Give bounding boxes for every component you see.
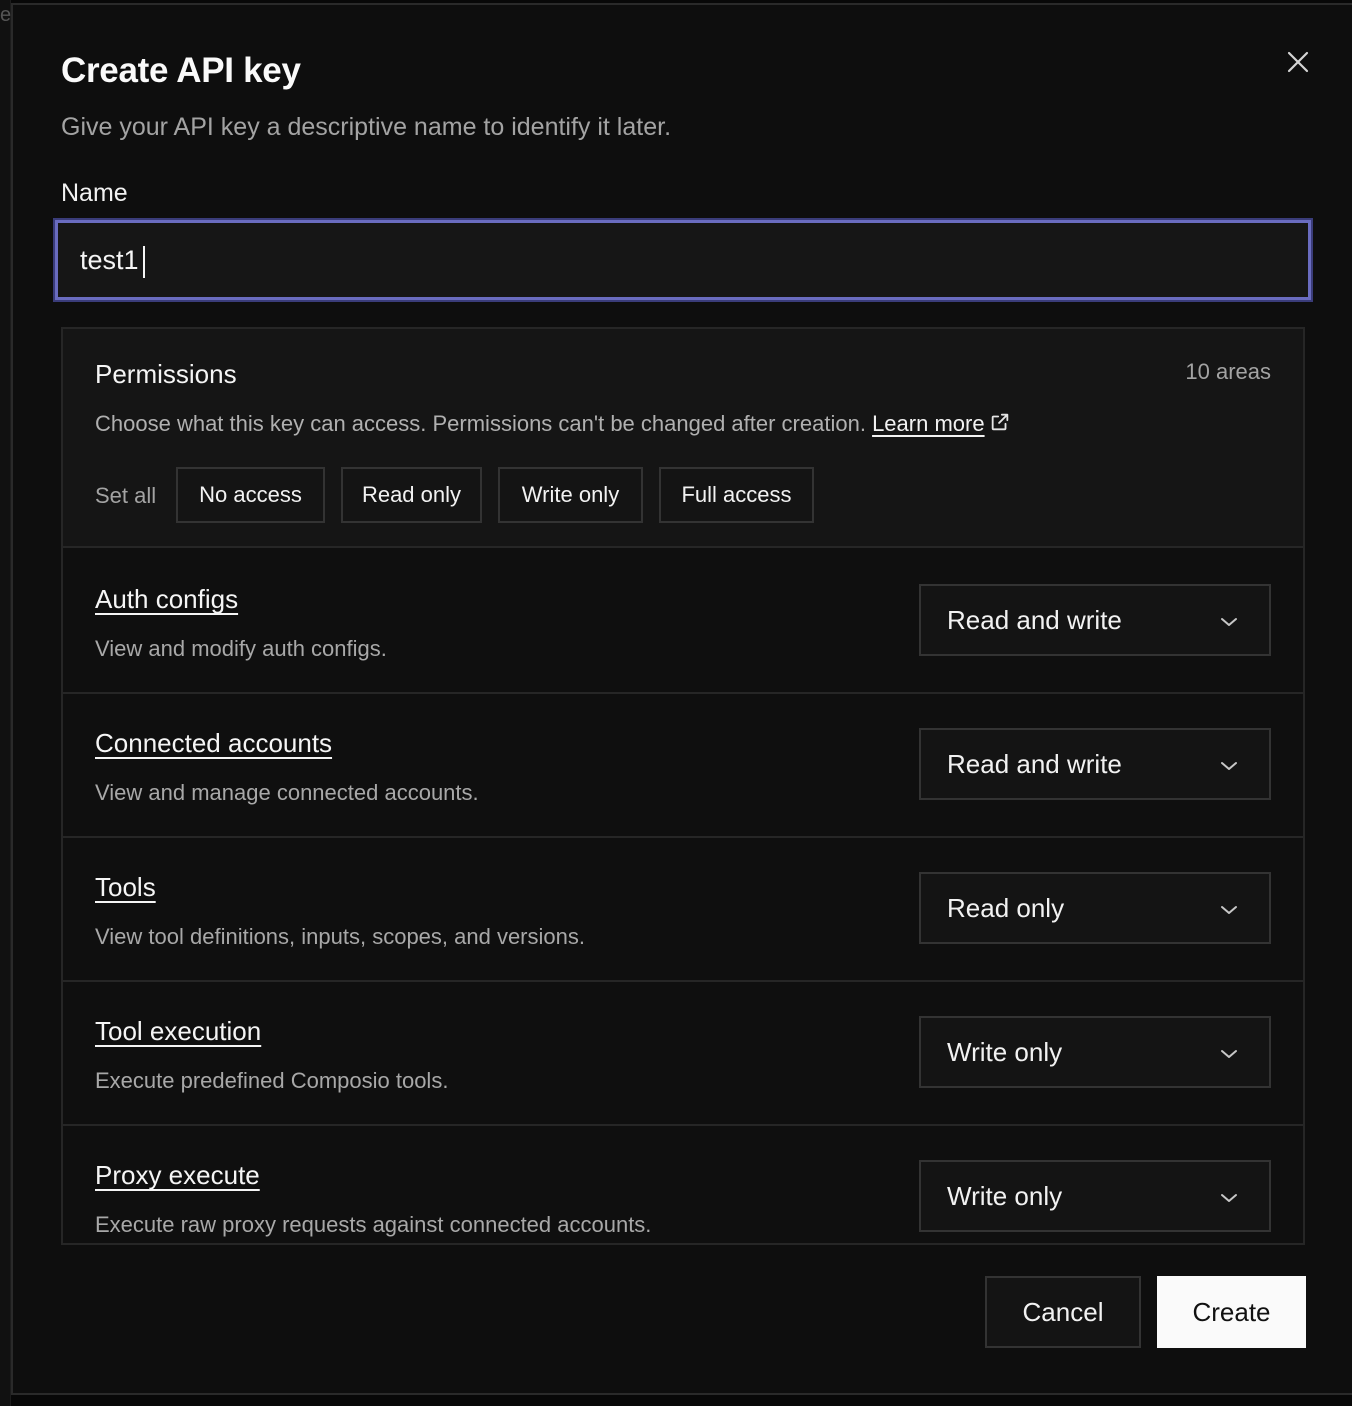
permission-title[interactable]: Proxy execute	[95, 1160, 260, 1191]
permissions-description-text: Choose what this key can access. Permiss…	[95, 411, 866, 436]
chevron-down-icon	[1221, 906, 1237, 914]
permission-row-tool-execution: Tool execution Execute predefined Compos…	[63, 982, 1303, 1126]
permission-row-connected-accounts: Connected accounts View and manage conne…	[63, 694, 1303, 838]
name-input[interactable]	[55, 220, 1311, 300]
set-all-label: Set all	[95, 483, 157, 508]
dialog-title: Create API key	[61, 51, 301, 90]
permission-level-value: Write only	[947, 1180, 1063, 1211]
chevron-down-icon	[1221, 762, 1237, 770]
learn-more-link[interactable]: Learn more	[872, 411, 1011, 436]
permission-description: View and modify auth configs.	[95, 636, 387, 661]
permissions-panel: Permissions 10 areas Choose what this ke…	[61, 327, 1305, 1245]
permission-title[interactable]: Connected accounts	[95, 728, 332, 759]
learn-more-label: Learn more	[872, 411, 985, 436]
chevron-down-icon	[1221, 618, 1237, 626]
set-all-no-access-button[interactable]: No access	[176, 467, 325, 523]
permission-level-select[interactable]: Read only	[919, 872, 1271, 944]
permission-description: View tool definitions, inputs, scopes, a…	[95, 924, 585, 949]
permission-row-tools: Tools View tool definitions, inputs, sco…	[63, 838, 1303, 982]
background-page-edge: e	[0, 0, 11, 1406]
chevron-down-icon	[1221, 1194, 1237, 1202]
permission-row-proxy-execute: Proxy execute Execute raw proxy requests…	[63, 1126, 1303, 1243]
create-api-key-dialog: Create API key Give your API key a descr…	[11, 3, 1352, 1395]
set-all-write-only-button[interactable]: Write only	[498, 467, 643, 523]
permission-level-value: Write only	[947, 1036, 1063, 1067]
permission-title[interactable]: Auth configs	[95, 584, 238, 615]
permissions-description: Choose what this key can access. Permiss…	[95, 411, 1011, 437]
permission-title[interactable]: Tool execution	[95, 1016, 261, 1047]
permission-description: Execute predefined Composio tools.	[95, 1068, 449, 1093]
text-caret	[143, 246, 145, 278]
permission-description: Execute raw proxy requests against conne…	[95, 1212, 652, 1237]
cancel-button[interactable]: Cancel	[985, 1276, 1141, 1348]
permission-level-select[interactable]: Write only	[919, 1016, 1271, 1088]
background-glyph: e	[0, 4, 12, 26]
chevron-down-icon	[1221, 1050, 1237, 1058]
permission-title[interactable]: Tools	[95, 872, 156, 903]
permission-level-select[interactable]: Read and write	[919, 728, 1271, 800]
permissions-header: Permissions 10 areas Choose what this ke…	[63, 329, 1303, 548]
close-button[interactable]	[1283, 47, 1313, 77]
create-button[interactable]: Create	[1157, 1276, 1306, 1348]
name-label: Name	[61, 179, 128, 207]
permission-description: View and manage connected accounts.	[95, 780, 479, 805]
permission-level-value: Read only	[947, 892, 1065, 923]
close-icon	[1287, 51, 1309, 73]
permission-row-auth-configs: Auth configs View and modify auth config…	[63, 550, 1303, 694]
set-all-full-access-button[interactable]: Full access	[659, 467, 814, 523]
set-all-read-only-button[interactable]: Read only	[341, 467, 482, 523]
permission-level-value: Read and write	[947, 748, 1122, 779]
permission-level-value: Read and write	[947, 604, 1122, 635]
dialog-subtitle: Give your API key a descriptive name to …	[61, 113, 672, 141]
permissions-title: Permissions	[95, 359, 237, 389]
permission-level-select[interactable]: Read and write	[919, 584, 1271, 656]
permission-level-select[interactable]: Write only	[919, 1160, 1271, 1232]
permissions-area-count: 10 areas	[1185, 359, 1271, 384]
external-link-icon	[991, 413, 1008, 431]
